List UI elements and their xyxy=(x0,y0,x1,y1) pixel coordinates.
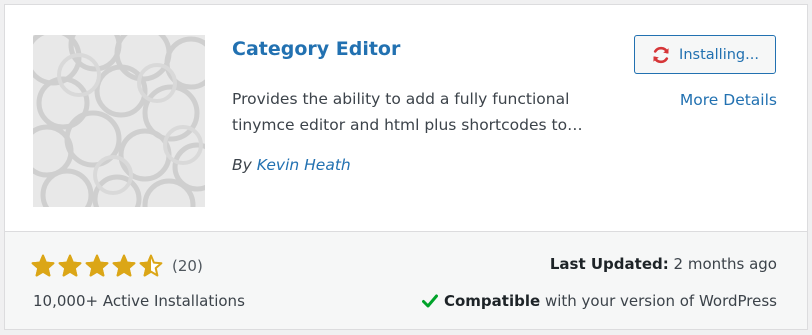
plugin-author: By Kevin Heath xyxy=(232,156,351,174)
checkmark-icon xyxy=(421,294,438,308)
more-details-link[interactable]: More Details xyxy=(680,91,777,109)
compat-strong: Compatible xyxy=(443,292,541,310)
compat-text: Compatible with your version of WordPres… xyxy=(444,292,777,310)
compat-rest: with your version of WordPress xyxy=(544,292,777,310)
rating-count[interactable]: (20) xyxy=(172,257,203,275)
last-updated-label: Last Updated: xyxy=(549,255,669,273)
plugin-description: Provides the ability to add a fully func… xyxy=(232,90,583,134)
star-full-icon xyxy=(85,254,109,277)
plugin-thumbnail[interactable] xyxy=(33,35,205,207)
author-link[interactable]: Kevin Heath xyxy=(257,156,351,174)
star-half-icon xyxy=(139,254,163,277)
star-full-icon xyxy=(31,254,55,277)
author-prefix: By xyxy=(232,156,252,174)
star-full-icon xyxy=(58,254,82,277)
plugin-name-link[interactable]: Category Editor xyxy=(232,38,400,60)
last-updated-value: 2 months ago xyxy=(673,255,777,273)
install-button[interactable]: Installing... xyxy=(634,35,776,74)
star-full-icon xyxy=(112,254,136,277)
compatibility: Compatible with your version of WordPres… xyxy=(421,292,777,310)
active-installs: 10,000+ Active Installations xyxy=(33,292,245,310)
install-button-label: Installing... xyxy=(679,46,759,63)
rating: (20) xyxy=(31,254,203,278)
update-spinner-icon xyxy=(653,46,669,63)
plugin-card-bottom: (20) 10,000+ Active Installations Last U… xyxy=(5,231,807,329)
star-rating xyxy=(31,254,166,278)
plugin-card: Category Editor Provides the ability to … xyxy=(4,4,808,330)
last-updated: Last Updated: 2 months ago xyxy=(550,255,777,273)
circles-pattern-icon xyxy=(33,35,205,207)
plugin-card-top: Category Editor Provides the ability to … xyxy=(5,5,807,231)
